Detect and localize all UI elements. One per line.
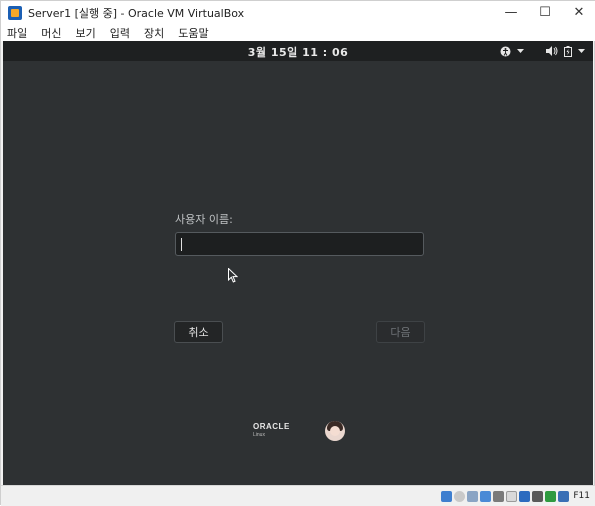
usb-icon[interactable] xyxy=(493,490,505,502)
user-avatar xyxy=(325,421,345,441)
display-icon[interactable] xyxy=(519,490,531,502)
menu-input[interactable]: 입력 xyxy=(110,25,130,41)
shared-folder-icon[interactable] xyxy=(506,490,518,502)
username-label: 사용자 이름: xyxy=(175,213,233,226)
menu-help[interactable]: 도움말 xyxy=(178,25,208,41)
network-icon[interactable] xyxy=(480,490,492,502)
hdd-icon[interactable] xyxy=(441,490,453,502)
oracle-linux-logo: ORACLE Linux xyxy=(253,422,290,438)
status-bar: F11 xyxy=(1,485,595,506)
mouse-pointer-icon xyxy=(228,267,239,287)
chevron-down-icon[interactable] xyxy=(517,48,524,54)
battery-icon[interactable] xyxy=(564,45,572,57)
menu-devices[interactable]: 장치 xyxy=(144,25,164,41)
menu-file[interactable]: 파일 xyxy=(7,25,27,41)
audio-icon[interactable] xyxy=(467,490,479,502)
username-input[interactable] xyxy=(175,232,424,256)
host-key-label: F11 xyxy=(573,491,590,501)
close-button[interactable]: ✕ xyxy=(562,1,595,24)
maximize-button[interactable]: ☐ xyxy=(528,1,562,24)
oracle-logo-text: ORACLE xyxy=(253,422,290,431)
menu-view[interactable]: 보기 xyxy=(76,25,96,41)
guest-screen[interactable]: 3월 15일 11 : 06 사용자 이름: 취소 다음 ORACLE Linu… xyxy=(3,41,593,485)
minimize-button[interactable]: — xyxy=(494,1,528,24)
virtualbox-window: Server1 [실행 중] - Oracle VM VirtualBox — … xyxy=(0,0,595,506)
menu-machine[interactable]: 머신 xyxy=(41,25,61,41)
gnome-top-bar: 3월 15일 11 : 06 xyxy=(3,41,593,61)
oracle-logo-subtext: Linux xyxy=(253,432,265,438)
chevron-down-icon[interactable] xyxy=(578,48,585,54)
volume-icon[interactable] xyxy=(546,46,558,56)
virtualbox-app-icon xyxy=(8,5,22,20)
window-controls: — ☐ ✕ xyxy=(494,1,595,24)
menu-bar: 파일 머신 보기 입력 장치 도움말 xyxy=(1,24,595,41)
title-bar[interactable]: Server1 [실행 중] - Oracle VM VirtualBox — … xyxy=(1,1,595,24)
cpu-icon[interactable] xyxy=(545,490,557,502)
next-button[interactable]: 다음 xyxy=(376,321,425,343)
optical-icon[interactable] xyxy=(454,490,466,502)
cancel-button[interactable]: 취소 xyxy=(174,321,223,343)
recording-icon[interactable] xyxy=(532,490,544,502)
mouse-integration-icon[interactable] xyxy=(558,490,570,502)
system-tray xyxy=(494,43,585,59)
text-caret xyxy=(181,238,182,251)
accessibility-icon[interactable] xyxy=(500,46,511,57)
window-title: Server1 [실행 중] - Oracle VM VirtualBox xyxy=(28,6,245,20)
status-icons: F11 xyxy=(439,489,590,503)
